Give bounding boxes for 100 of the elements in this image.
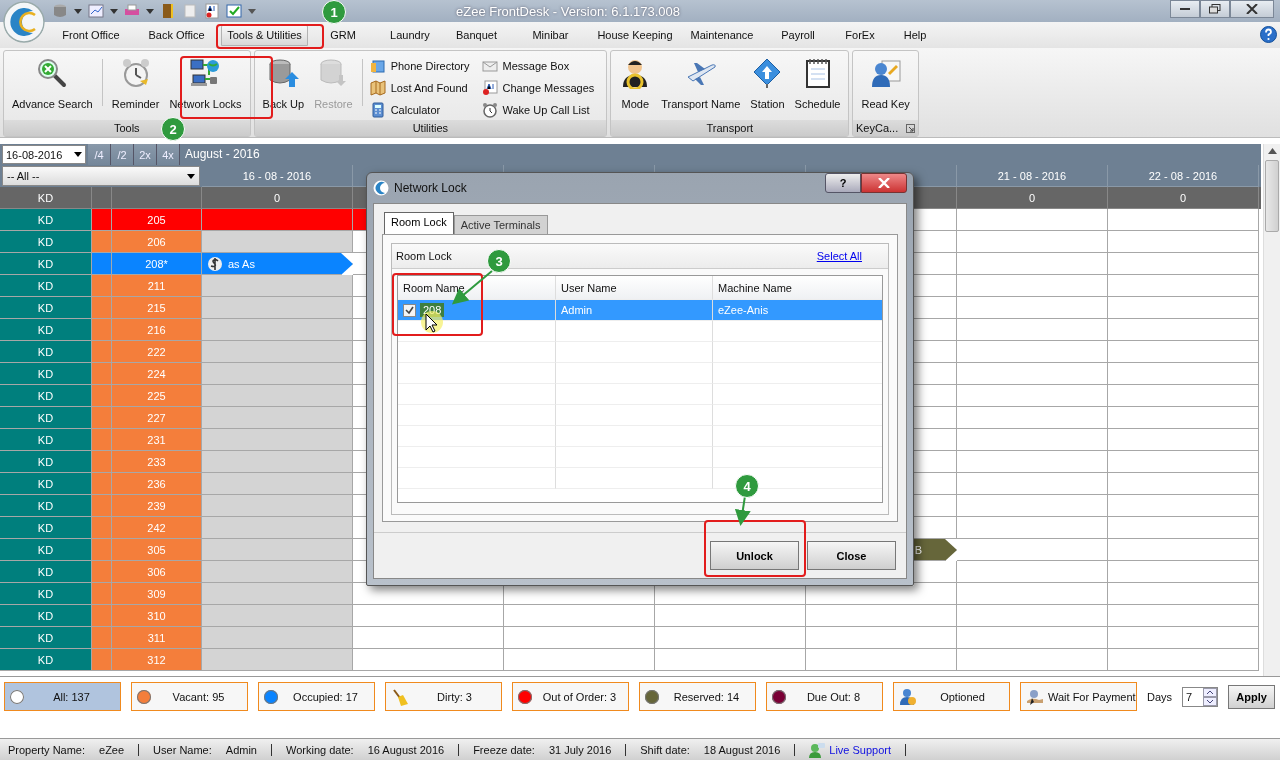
- menu-tab[interactable]: Help: [888, 24, 942, 46]
- grid-cell[interactable]: [202, 451, 353, 473]
- help-button[interactable]: ?: [825, 173, 861, 193]
- grid-cell[interactable]: [957, 253, 1108, 275]
- ribbon-button[interactable]: Read Key: [856, 53, 915, 120]
- minimize-button[interactable]: [1170, 0, 1200, 18]
- ribbon-button[interactable]: Message Box: [478, 56, 598, 76]
- grid-cell[interactable]: [504, 605, 655, 627]
- dialog-button[interactable]: Unlock: [710, 541, 799, 570]
- grid-cell[interactable]: [957, 385, 1108, 407]
- date-dropdown[interactable]: 16-08-2016: [2, 145, 86, 164]
- database-icon[interactable]: [52, 3, 68, 19]
- select-all-link[interactable]: Select All: [816, 250, 862, 262]
- grid-cell[interactable]: [957, 583, 1108, 605]
- grid-cell[interactable]: [202, 297, 353, 319]
- menu-tab[interactable]: GRM: [308, 24, 378, 46]
- caret-icon[interactable]: [146, 8, 154, 14]
- menu-tab[interactable]: Front Office: [50, 24, 132, 46]
- grid-cell[interactable]: [202, 517, 353, 539]
- grid-cell[interactable]: [957, 605, 1108, 627]
- grid-cell[interactable]: [1108, 231, 1259, 253]
- dialog-launcher-icon[interactable]: [906, 123, 916, 133]
- grid-cell[interactable]: [1108, 319, 1259, 341]
- grid-cell[interactable]: [957, 341, 1108, 363]
- grid-cell[interactable]: [202, 275, 353, 297]
- grid-cell[interactable]: [202, 429, 353, 451]
- grid-cell[interactable]: [202, 539, 353, 561]
- grid-cell[interactable]: [202, 649, 353, 671]
- legend-filter-button[interactable]: Out of Order: 3: [512, 682, 629, 711]
- legend-filter-button[interactable]: Optioned: [893, 682, 1010, 711]
- grid-cell[interactable]: [353, 605, 504, 627]
- grid-cell[interactable]: [957, 363, 1108, 385]
- grid-cell[interactable]: [1108, 407, 1259, 429]
- grid-cell[interactable]: [1108, 451, 1259, 473]
- grid-cell[interactable]: [957, 275, 1108, 297]
- caret-icon[interactable]: [187, 173, 195, 179]
- grid-cell[interactable]: [202, 605, 353, 627]
- ribbon-button[interactable]: Schedule: [789, 53, 846, 120]
- ribbon-button[interactable]: Mode: [614, 53, 657, 120]
- scroll-up-icon[interactable]: [1267, 148, 1277, 154]
- menu-tab[interactable]: ForEx: [832, 24, 888, 46]
- grid-cell[interactable]: [1108, 209, 1259, 231]
- grid-cell[interactable]: [957, 539, 1108, 561]
- grid-cell[interactable]: [957, 231, 1108, 253]
- scrollbar-thumb[interactable]: [1265, 160, 1279, 232]
- grid-cell[interactable]: [1108, 429, 1259, 451]
- grid-cell[interactable]: [202, 341, 353, 363]
- filter-dropdown[interactable]: -- All --: [2, 166, 200, 186]
- grid-cell[interactable]: [655, 627, 806, 649]
- ribbon-button[interactable]: Reminder: [106, 53, 165, 120]
- booking-bar[interactable]: as As: [202, 253, 353, 275]
- menu-tab[interactable]: Minibar: [511, 24, 590, 46]
- legend-filter-button[interactable]: Vacant: 95: [131, 682, 248, 711]
- grid-cell[interactable]: [353, 649, 504, 671]
- book-icon[interactable]: [160, 3, 176, 19]
- grid-cell[interactable]: [655, 649, 806, 671]
- grid-cell[interactable]: [1108, 363, 1259, 385]
- grid-cell[interactable]: [1108, 583, 1259, 605]
- grid-cell[interactable]: [957, 407, 1108, 429]
- apply-button[interactable]: Apply: [1228, 684, 1276, 709]
- help-icon[interactable]: [1260, 26, 1277, 43]
- grid-cell[interactable]: [957, 561, 1108, 583]
- grid-cell[interactable]: [1108, 341, 1259, 363]
- grid-cell[interactable]: [202, 473, 353, 495]
- menu-tab[interactable]: Banquet: [442, 24, 511, 46]
- grid-cell[interactable]: [202, 627, 353, 649]
- dialog-button[interactable]: Close: [807, 541, 896, 570]
- grid-cell[interactable]: [1108, 253, 1259, 275]
- spellcheck-icon[interactable]: [204, 3, 220, 19]
- grid-cell[interactable]: [806, 627, 957, 649]
- menu-tab[interactable]: Payroll: [764, 24, 832, 46]
- grid-cell[interactable]: [202, 385, 353, 407]
- grid-cell[interactable]: [1108, 297, 1259, 319]
- restore-button[interactable]: [1200, 0, 1230, 18]
- ribbon-button[interactable]: Wake Up Call List: [478, 100, 598, 120]
- ribbon-button[interactable]: Transport Name: [656, 53, 746, 120]
- caret-icon[interactable]: [110, 8, 118, 14]
- spinner-arrows-icon[interactable]: [1203, 687, 1218, 706]
- scrollbar-track[interactable]: [1263, 144, 1280, 676]
- ribbon-button[interactable]: Advance Search: [7, 53, 98, 120]
- grid-cell[interactable]: [1108, 275, 1259, 297]
- dialog-tab[interactable]: Active Terminals: [453, 215, 548, 234]
- table-row[interactable]: 208 Admin eZee-Anis: [398, 300, 882, 321]
- grid-cell[interactable]: [957, 451, 1108, 473]
- grid-cell[interactable]: [202, 407, 353, 429]
- room-number-cell[interactable]: 205: [112, 209, 202, 231]
- close-button[interactable]: [1230, 0, 1274, 18]
- grid-cell[interactable]: [1108, 605, 1259, 627]
- grid-cell[interactable]: [202, 561, 353, 583]
- ribbon-button[interactable]: Phone Directory: [366, 56, 473, 76]
- days-spinner[interactable]: 7: [1182, 686, 1219, 707]
- grid-cell[interactable]: [957, 429, 1108, 451]
- room-number-cell[interactable]: 208*: [112, 253, 202, 275]
- grid-cell[interactable]: [1108, 627, 1259, 649]
- close-button[interactable]: [861, 173, 907, 193]
- grid-cell[interactable]: [504, 649, 655, 671]
- caret-icon[interactable]: [74, 8, 82, 14]
- legend-filter-button[interactable]: Wait For Payment: [1020, 682, 1137, 711]
- legend-filter-button[interactable]: Due Out: 8: [766, 682, 883, 711]
- booking-bar[interactable]: [202, 209, 353, 231]
